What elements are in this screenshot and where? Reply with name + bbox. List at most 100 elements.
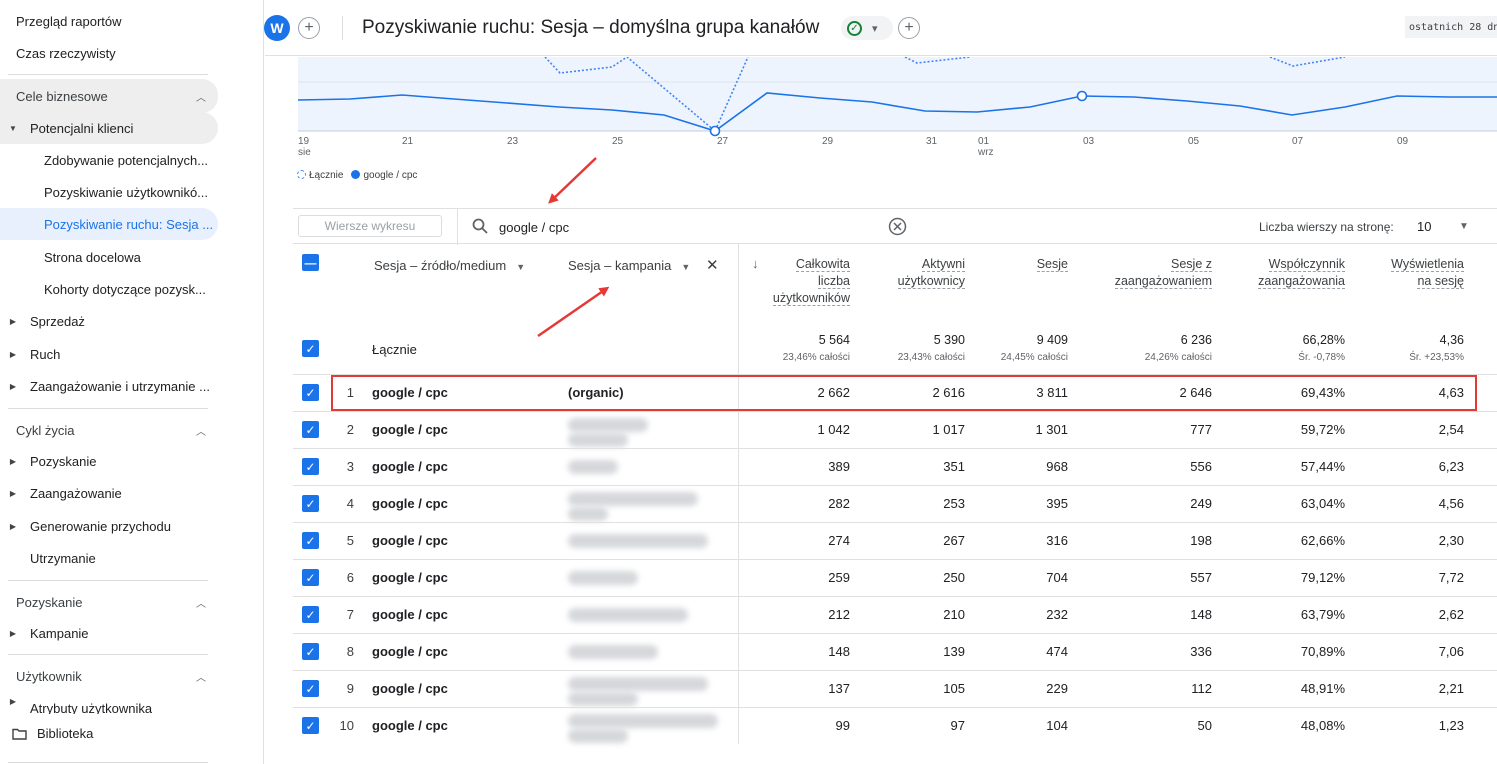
chevron-up-icon: ︿ xyxy=(196,92,206,104)
sidebar-item-acquisition[interactable]: ▶ Pozyskanie xyxy=(0,445,97,477)
row-checkbox[interactable]: ✓ xyxy=(302,458,319,475)
row-index: 5 xyxy=(346,533,354,548)
sidebar-section-label: Cykl życia xyxy=(16,422,75,438)
sidebar-item-sales[interactable]: ▶ Sprzedaż xyxy=(0,305,85,337)
row-checkbox[interactable]: ✓ xyxy=(302,532,319,549)
sidebar-item-label: Kohorty dotyczące pozysk... xyxy=(44,281,206,297)
data-point-marker[interactable] xyxy=(709,125,721,137)
sidebar-item-label: Generowanie przychodu xyxy=(30,518,171,534)
x-tick-label: 25 xyxy=(612,136,623,147)
header-label: Sesja – źródło/medium xyxy=(374,258,507,273)
sidebar-item-realtime[interactable]: Czas rzeczywisty xyxy=(0,37,116,69)
dropdown-arrow-icon[interactable]: ▼ xyxy=(1459,221,1469,232)
sidebar-item-user-attributes[interactable]: ▶ Atrybuty użytkownika xyxy=(0,692,152,714)
redacted-campaign xyxy=(568,460,618,474)
sidebar-item-leads[interactable]: ▼ Potencjalni klienci xyxy=(0,112,218,144)
x-tick-label: 03 xyxy=(1083,136,1094,147)
metric-header-label: zaangażowania xyxy=(1258,274,1345,289)
cell-metric: 50 xyxy=(1197,718,1212,733)
cell-source-medium: google / cpc xyxy=(372,607,448,622)
cell-metric: 267 xyxy=(943,533,965,548)
sidebar-item-retention[interactable]: Utrzymanie xyxy=(0,542,96,574)
cell-source-medium: google / cpc xyxy=(372,533,448,548)
redacted-campaign xyxy=(568,729,628,743)
caret-right-icon: ▶ xyxy=(9,381,17,391)
sidebar-section-label: Cele biznesowe xyxy=(16,88,108,104)
sidebar-item-traffic[interactable]: ▶ Ruch xyxy=(0,338,60,370)
row-index: 10 xyxy=(339,718,354,733)
cell-metric: 105 xyxy=(943,681,965,696)
x-tick-label: 21 xyxy=(402,136,413,147)
row-checkbox[interactable]: ✓ xyxy=(302,421,319,438)
sidebar-item-landing-page[interactable]: Strona docelowa xyxy=(0,241,141,273)
sidebar-item-engagement[interactable]: ▶ Zaangażowanie xyxy=(0,477,122,509)
sidebar-section-business-goals[interactable]: Cele biznesowe ︿ xyxy=(0,79,218,113)
metric-header[interactable]: Całkowita liczba użytkowników xyxy=(772,256,850,307)
sidebar-item-reports-overview[interactable]: Przegląd raportów xyxy=(0,5,122,37)
legend-label: Łącznie xyxy=(309,170,344,181)
dimension-header-source-medium[interactable]: Sesja – źródło/medium ▼ xyxy=(374,258,525,273)
row-checkbox[interactable]: ✓ xyxy=(302,495,319,512)
metric-header[interactable]: Współczynnik zaangażowania xyxy=(1258,256,1345,290)
x-tick-value: 09 xyxy=(1397,136,1409,147)
select-all-checkbox[interactable]: — xyxy=(302,254,319,271)
legend-item-total[interactable]: Łącznie xyxy=(297,170,343,181)
metric-header[interactable]: Sesje xyxy=(1036,256,1068,273)
x-tick-label: 07 xyxy=(1292,136,1303,147)
cell-metric: 48,08% xyxy=(1300,718,1345,733)
row-checkbox[interactable]: ✓ xyxy=(302,384,319,401)
rows-per-page-select[interactable]: 10 xyxy=(1417,219,1431,234)
avatar[interactable]: W xyxy=(264,15,290,41)
add-filter-button[interactable]: + xyxy=(898,17,920,39)
sidebar-item-campaigns[interactable]: ▶ Kampanie xyxy=(0,617,89,649)
x-tick-label: 19 sie xyxy=(298,136,311,158)
cell-source-medium: google / cpc xyxy=(372,496,448,511)
sidebar-item-lead-acquisition[interactable]: Zdobywanie potencjalnych... xyxy=(0,144,208,176)
plot-rows-button[interactable]: Wiersze wykresu xyxy=(298,215,442,237)
legend-item-google-cpc[interactable]: google / cpc xyxy=(351,170,417,181)
redacted-campaign xyxy=(568,418,648,432)
dimension-header-campaign[interactable]: Sesja – kampania ▼ xyxy=(568,258,690,273)
total-sub-value: 24,45% całości xyxy=(1000,352,1068,363)
sidebar-section-user[interactable]: Użytkownik ︿ xyxy=(0,659,218,693)
sidebar-item-acquisition-cohorts[interactable]: Kohorty dotyczące pozysk... xyxy=(0,273,206,305)
cell-metric: 1,23 xyxy=(1438,718,1464,733)
search-input[interactable] xyxy=(499,217,879,237)
row-checkbox[interactable]: ✓ xyxy=(302,717,319,734)
cell-source-medium: google / cpc xyxy=(372,718,448,733)
clear-search-icon[interactable] xyxy=(888,217,907,236)
remove-dimension-icon[interactable]: ✕ xyxy=(706,256,719,274)
sidebar-item-label: Ruch xyxy=(30,346,61,362)
legend-swatch xyxy=(351,170,361,179)
x-tick-label: 05 xyxy=(1188,136,1199,147)
sidebar-item-traffic-acquisition[interactable]: Pozyskiwanie ruchu: Sesja ... xyxy=(0,208,218,240)
caret-right-icon: ▶ xyxy=(9,697,17,706)
row-checkbox[interactable]: ✓ xyxy=(302,680,319,697)
sidebar-section-lifecycle[interactable]: Cykl życia ︿ xyxy=(0,413,218,447)
row-checkbox[interactable]: ✓ xyxy=(302,643,319,660)
data-point-marker[interactable] xyxy=(1076,90,1088,102)
totals-checkbox[interactable]: ✓ xyxy=(302,340,319,357)
x-tick-label: 27 xyxy=(717,136,728,147)
library-link[interactable]: Biblioteka xyxy=(12,726,93,741)
sidebar-section-acquisition[interactable]: Pozyskanie ︿ xyxy=(0,585,218,619)
metric-header[interactable]: Aktywni użytkownicy xyxy=(897,256,965,290)
row-checkbox[interactable]: ✓ xyxy=(302,569,319,586)
redacted-campaign xyxy=(568,571,638,585)
x-tick-value: 05 xyxy=(1188,136,1200,147)
sort-desc-icon[interactable]: ↓ xyxy=(752,256,759,271)
add-comparison-button[interactable]: + xyxy=(298,17,320,39)
row-checkbox[interactable]: ✓ xyxy=(302,606,319,623)
metric-header[interactable]: Sesje z zaangażowaniem xyxy=(1114,256,1212,290)
library-label: Biblioteka xyxy=(37,726,94,741)
sidebar-item-monetization[interactable]: ▶ Generowanie przychodu xyxy=(0,510,171,542)
total-sub-value: 23,46% całości xyxy=(782,352,850,363)
report-status-dropdown[interactable]: ✓ ▾ xyxy=(841,16,893,40)
date-range-badge[interactable]: ostatnich 28 dni xyxy=(1405,16,1497,38)
sidebar-item-engagement-retention[interactable]: ▶ Zaangażowanie i utrzymanie ... xyxy=(0,370,210,402)
sidebar-item-user-acquisition[interactable]: Pozyskiwanie użytkownikó... xyxy=(0,176,208,208)
metric-header[interactable]: Wyświetlenia na sesję xyxy=(1391,256,1464,290)
cell-metric: 2,54 xyxy=(1438,422,1464,437)
row-index: 4 xyxy=(346,496,354,511)
row-index: 8 xyxy=(346,644,354,659)
